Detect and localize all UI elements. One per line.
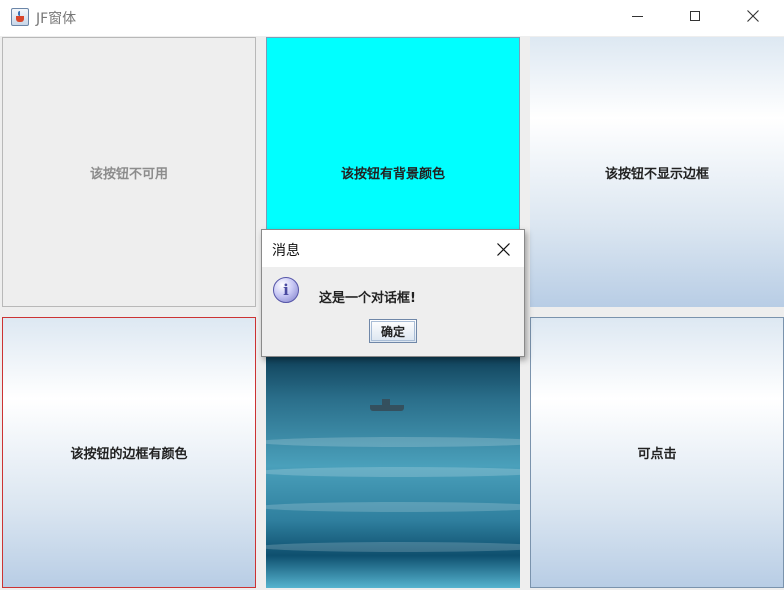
maximize-icon <box>690 11 700 21</box>
clickable-button-label: 可点击 <box>637 447 677 462</box>
no-border-button-label: 该按钮不显示边框 <box>604 166 709 182</box>
dialog-close-button[interactable] <box>492 239 514 259</box>
dialog-titlebar: 消息 <box>262 230 524 267</box>
disabled-button: 该按钮不可用 <box>2 37 256 307</box>
dialog-title: 消息 <box>272 243 300 259</box>
ship-image <box>370 405 404 411</box>
sea-wave <box>266 502 520 512</box>
clickable-button[interactable]: 可点击 <box>530 317 784 588</box>
minimize-icon <box>631 15 643 17</box>
colored-border-button[interactable]: 该按钮的边框有颜色 <box>2 317 256 588</box>
information-icon: i <box>273 277 299 303</box>
sea-wave <box>266 542 520 552</box>
sea-wave <box>266 467 520 477</box>
image-button[interactable] <box>266 317 520 588</box>
ok-button[interactable]: 确定 <box>369 319 417 343</box>
minimize-button[interactable] <box>614 0 660 32</box>
close-button[interactable] <box>730 0 776 32</box>
background-color-button-label: 该按钮有背景颜色 <box>340 166 445 182</box>
close-icon <box>496 242 510 256</box>
sea-wave <box>266 437 520 447</box>
java-cup-icon <box>11 8 29 26</box>
close-icon <box>747 10 759 22</box>
window-title: JF窗体 <box>36 11 77 27</box>
dialog-message: 这是一个对话框! <box>319 291 416 306</box>
maximize-button[interactable] <box>672 0 718 32</box>
colored-border-button-label: 该按钮的边框有颜色 <box>70 447 188 462</box>
no-border-button[interactable]: 该按钮不显示边框 <box>530 37 784 307</box>
disabled-button-label: 该按钮不可用 <box>89 166 168 182</box>
message-dialog: 消息 i 这是一个对话框! 确定 <box>261 229 525 357</box>
window-titlebar: JF窗体 <box>0 0 784 36</box>
